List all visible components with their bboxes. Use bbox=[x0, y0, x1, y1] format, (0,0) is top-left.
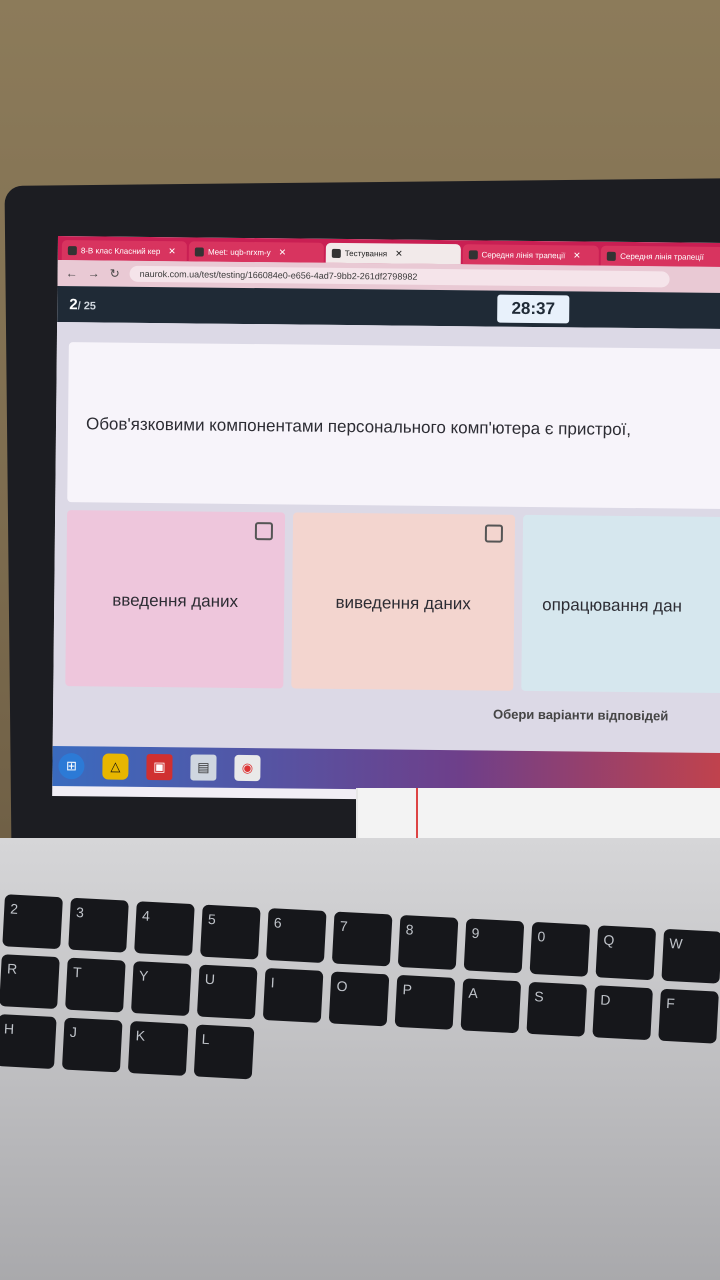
checkbox[interactable] bbox=[254, 522, 274, 541]
keyboard-key[interactable]: 0 bbox=[529, 921, 591, 977]
close-icon[interactable]: ✕ bbox=[279, 247, 287, 258]
keyboard-key[interactable]: Y bbox=[130, 961, 192, 1017]
keyboard-key[interactable]: T bbox=[65, 957, 126, 1013]
keyboard-key[interactable]: H bbox=[0, 1014, 57, 1070]
keyboard-key[interactable]: K bbox=[127, 1020, 189, 1076]
naurok-icon bbox=[331, 248, 341, 258]
keyboard-key[interactable]: 8 bbox=[397, 914, 459, 970]
question-card: Обов'язковими компонентами персонального… bbox=[67, 342, 720, 510]
back-icon[interactable]: ← bbox=[66, 266, 78, 280]
keyboard-key[interactable]: 5 bbox=[200, 904, 261, 960]
keyboard-key[interactable]: L bbox=[193, 1024, 255, 1080]
tab-meet[interactable]: Meet: uqb-nrxm-y ✕ bbox=[188, 241, 324, 263]
tab-trapezoid-1[interactable]: Середня лінія трапеції ✕ bbox=[462, 244, 600, 266]
instruction-text: Обери варіанти відповідей bbox=[492, 706, 669, 724]
close-icon[interactable]: ✕ bbox=[573, 250, 581, 261]
forward-icon[interactable]: → bbox=[88, 266, 100, 280]
classroom-icon bbox=[67, 245, 77, 255]
keyboard-key[interactable]: P bbox=[394, 974, 456, 1030]
close-icon[interactable]: ✕ bbox=[168, 246, 176, 257]
question-text: Обов'язковими компонентами персонального… bbox=[85, 414, 632, 440]
keyboard-key[interactable]: 3 bbox=[68, 897, 129, 953]
answer-label: опрацювання дан bbox=[542, 595, 683, 616]
answer-label: введення даних bbox=[112, 590, 239, 611]
keyboard-key[interactable]: R bbox=[0, 954, 60, 1010]
keyboard-key[interactable]: F bbox=[658, 988, 719, 1044]
tab-trapezoid-2[interactable]: Середня лінія трапеції bbox=[601, 245, 720, 268]
taskbar: ⊞ △ ▣ ▤ ◉ bbox=[52, 745, 720, 794]
answer-label: виведення даних bbox=[335, 592, 471, 614]
checkbox[interactable] bbox=[484, 524, 504, 543]
laptop-screen: 8-В клас Класний кер ✕ Meet: uqb-nrxm-y ✕ … bbox=[52, 236, 720, 804]
arrow-icon bbox=[468, 249, 478, 259]
tab-testing[interactable]: Тестування ✕ bbox=[325, 242, 461, 265]
app-icon[interactable]: ▣ bbox=[146, 753, 173, 781]
keyboard-key[interactable]: S bbox=[526, 981, 588, 1037]
answer-option[interactable]: введення даних bbox=[65, 510, 286, 689]
answers: введення даних виведення даних опрацюван… bbox=[65, 510, 720, 694]
url-field[interactable]: naurok.com.ua/test/testing/166084e0-e656… bbox=[129, 265, 670, 288]
keyboard-key[interactable]: 2 bbox=[2, 894, 63, 950]
answer-option[interactable]: опрацювання дан bbox=[521, 514, 720, 694]
keyboard-key[interactable]: 7 bbox=[331, 911, 393, 967]
reload-icon[interactable]: ↻ bbox=[110, 267, 120, 281]
drive-icon[interactable]: △ bbox=[102, 753, 129, 780]
question-counter: 2/ 25 bbox=[69, 296, 97, 314]
keyboard-key[interactable]: A bbox=[460, 978, 522, 1034]
chrome-icon[interactable]: ◉ bbox=[234, 754, 261, 782]
test-content: Обов'язковими компонентами персонального… bbox=[52, 321, 720, 754]
tab-class[interactable]: 8-В клас Класний кер ✕ bbox=[61, 240, 188, 262]
keyboard-key[interactable]: 6 bbox=[265, 908, 327, 964]
keyboard-key[interactable]: O bbox=[328, 971, 390, 1027]
keyboard-key[interactable]: J bbox=[61, 1017, 123, 1073]
keyboard-key[interactable]: 4 bbox=[134, 901, 195, 957]
keyboard-key[interactable]: 9 bbox=[463, 918, 525, 974]
meet-icon bbox=[194, 246, 205, 257]
keyboard-key[interactable]: D bbox=[592, 985, 653, 1041]
explorer-icon[interactable]: ▤ bbox=[190, 754, 217, 781]
keyboard-key[interactable]: W bbox=[661, 928, 720, 984]
keyboard-key[interactable]: U bbox=[196, 964, 258, 1020]
answer-option[interactable]: виведення даних bbox=[291, 512, 516, 691]
timer: 28:37 bbox=[497, 294, 570, 324]
close-icon[interactable]: ✕ bbox=[395, 248, 403, 259]
keyboard-key[interactable]: Q bbox=[595, 925, 657, 981]
keyboard-key[interactable]: I bbox=[262, 967, 324, 1023]
windows-start-icon[interactable]: ⊞ bbox=[58, 753, 85, 780]
arrow-icon bbox=[607, 251, 617, 261]
